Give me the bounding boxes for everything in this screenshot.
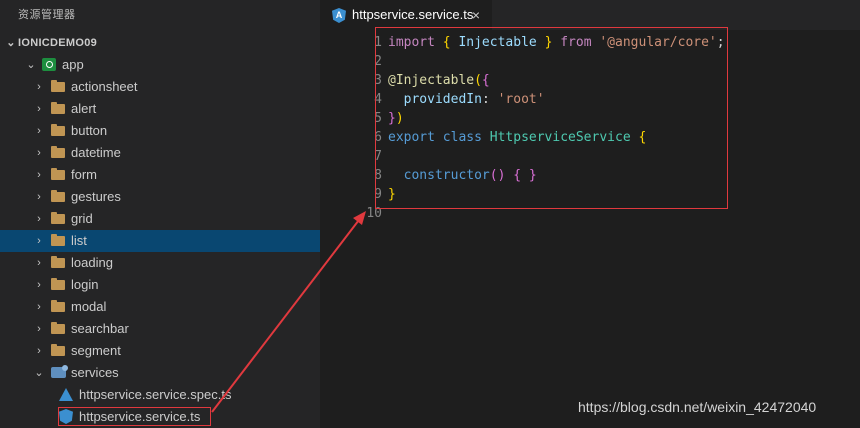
workspace-root-label: IONICDEMO09 [18, 37, 98, 49]
tree-item-label: loading [71, 255, 113, 270]
tree-item[interactable]: › login [0, 274, 320, 296]
tree-item[interactable]: ⌄ app [0, 54, 320, 76]
tree-item[interactable]: › modal [0, 296, 320, 318]
tree-item-label: searchbar [71, 321, 129, 336]
close-icon[interactable]: × [472, 0, 480, 30]
spec-file-icon [59, 388, 73, 401]
chevron-right-icon: › [37, 81, 41, 93]
tree-item[interactable]: ⌄ services [0, 362, 320, 384]
code-highlight-box [375, 27, 728, 209]
chevron-down-icon: ⌄ [26, 59, 36, 71]
file-highlight-box [58, 407, 211, 426]
tree-item[interactable]: › segment [0, 340, 320, 362]
tree-item[interactable]: › loading [0, 252, 320, 274]
tree-item-label: form [71, 167, 97, 182]
tree-item[interactable]: › searchbar [0, 318, 320, 340]
chevron-right-icon: › [37, 279, 41, 291]
tree-item-label: login [71, 277, 99, 292]
chevron-right-icon: › [37, 103, 41, 115]
chevron-right-icon: › [37, 125, 41, 137]
folder-icon [51, 168, 65, 180]
tree-item-label: actionsheet [71, 79, 138, 94]
tree-item[interactable]: › actionsheet [0, 76, 320, 98]
chevron-right-icon: › [37, 213, 41, 225]
tree-item-label: segment [71, 343, 121, 358]
tree-item[interactable]: › datetime [0, 142, 320, 164]
folder-icon [51, 256, 65, 268]
tree-item-label: gestures [71, 189, 121, 204]
folder-icon [51, 322, 65, 334]
tree-item-label: grid [71, 211, 93, 226]
chevron-right-icon: › [37, 169, 41, 181]
folder-icon [51, 344, 65, 356]
tree-item-label: datetime [71, 145, 121, 160]
chevron-down-icon: ⌄ [6, 37, 16, 49]
tree-item-label: httpservice.service.spec.ts [79, 387, 232, 402]
folder-icon [51, 300, 65, 312]
tree-item-label: app [62, 57, 84, 72]
chevron-right-icon: › [37, 147, 41, 159]
chevron-right-icon: › [37, 191, 41, 203]
folder-icon [51, 102, 65, 114]
tree-item-label: modal [71, 299, 107, 314]
chevron-right-icon: › [37, 257, 41, 269]
tree-item[interactable]: › gestures [0, 186, 320, 208]
chevron-right-icon: › [37, 235, 41, 247]
tab-bar: A httpservice.service.ts × [320, 0, 860, 30]
tree-item-label: services [71, 365, 119, 380]
folder-icon [51, 190, 65, 202]
tree-item[interactable]: › form [0, 164, 320, 186]
app-folder-icon [42, 58, 56, 71]
workspace-root[interactable]: ⌄ IONICDEMO09 [0, 32, 320, 54]
explorer-sidebar: 资源管理器 ⌄ IONICDEMO09 ⌄ app › actionsheet › ale… [0, 0, 320, 428]
explorer-header: 资源管理器 [18, 9, 76, 21]
services-folder-icon [51, 365, 68, 378]
chevron-right-icon: › [37, 345, 41, 357]
tree-item-label: button [71, 123, 108, 138]
chevron-right-icon: › [37, 301, 41, 313]
chevron-down-icon: ⌄ [34, 367, 44, 379]
tree-item[interactable]: › list [0, 230, 320, 252]
tree-item-label: list [71, 233, 87, 248]
folder-icon [51, 234, 65, 246]
tree-item[interactable]: › alert [0, 98, 320, 120]
tree-item[interactable]: httpservice.service.spec.ts [0, 384, 320, 406]
folder-icon [51, 146, 65, 158]
watermark: https://blog.csdn.net/weixin_42472040 [578, 399, 817, 415]
folder-icon [51, 80, 65, 92]
folder-icon [51, 278, 65, 290]
tree-item[interactable]: › button [0, 120, 320, 142]
folder-icon [51, 124, 65, 136]
tree-item[interactable]: › grid [0, 208, 320, 230]
tree-item-label: alert [71, 101, 97, 116]
folder-icon [51, 212, 65, 224]
angular-file-icon: A [332, 8, 346, 23]
tab-title: httpservice.service.ts [352, 7, 474, 22]
chevron-right-icon: › [37, 323, 41, 335]
tab-httpservice-service-ts[interactable]: A httpservice.service.ts × [320, 0, 492, 30]
